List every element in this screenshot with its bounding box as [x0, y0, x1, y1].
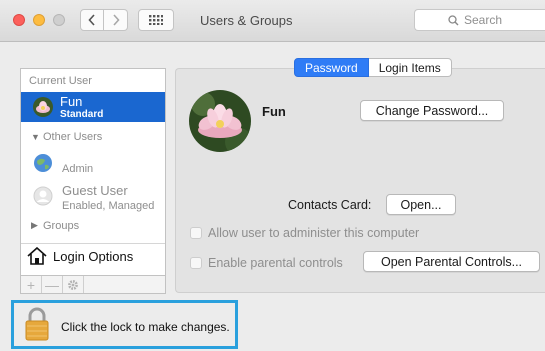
house-icon: [27, 247, 47, 265]
chevron-right-icon: [112, 14, 120, 26]
disclosure-triangle-icon[interactable]: ▼: [31, 132, 40, 142]
sidebar-user-admin[interactable]: Admin: [21, 151, 165, 179]
parental-controls-checkbox[interactable]: [190, 257, 202, 269]
user-avatar: [33, 97, 53, 117]
close-window-button[interactable]: [13, 14, 25, 26]
login-options-item[interactable]: Login Options: [27, 247, 133, 265]
login-options-label: Login Options: [53, 248, 134, 264]
change-password-button[interactable]: Change Password...: [360, 100, 504, 121]
current-user-header: Current User: [29, 75, 92, 87]
other-users-header: Other Users: [43, 131, 103, 143]
show-all-button[interactable]: [138, 9, 174, 31]
groups-disclosure-icon[interactable]: ▶: [31, 220, 38, 231]
gear-icon: [68, 279, 78, 290]
window-title: Users & Groups: [200, 13, 293, 28]
contacts-card-label: Contacts Card:: [288, 198, 372, 212]
lock-icon: [25, 307, 49, 341]
chevron-left-icon: [88, 14, 95, 26]
zoom-window-button[interactable]: [53, 14, 65, 26]
user-picture[interactable]: [189, 90, 251, 152]
sidebar-user-guest[interactable]: Guest User Enabled, Managed: [21, 181, 165, 213]
allow-admin-option[interactable]: Allow user to administer this computer: [190, 226, 419, 240]
tab-login-items[interactable]: Login Items: [368, 58, 452, 77]
sidebar-divider: [21, 243, 165, 244]
admin-user-name: Admin: [62, 163, 94, 175]
guest-avatar-icon: [33, 186, 53, 206]
lock-button[interactable]: [24, 306, 50, 342]
add-user-button[interactable]: +: [21, 276, 42, 293]
guest-user-name: Guest User: [62, 183, 128, 198]
window-toolbar: Users & Groups: [0, 0, 545, 42]
lock-message: Click the lock to make changes.: [61, 320, 230, 334]
current-user-name: Fun: [60, 94, 83, 109]
search-icon: [448, 14, 459, 25]
remove-user-button[interactable]: —: [42, 276, 63, 293]
tab-password[interactable]: Password: [294, 58, 369, 77]
forward-button[interactable]: [104, 9, 128, 31]
globe-avatar-icon: [34, 154, 52, 172]
groups-header: Groups: [43, 220, 80, 232]
minimize-window-button[interactable]: [33, 14, 45, 26]
parental-controls-label: Enable parental controls: [208, 256, 343, 270]
current-user-role: Standard: [60, 109, 104, 120]
user-full-name: Fun: [262, 104, 286, 119]
parental-controls-option[interactable]: Enable parental controls: [190, 256, 343, 270]
tab-control: Password Login Items: [294, 58, 452, 77]
action-menu-button[interactable]: [63, 276, 84, 293]
search-input[interactable]: [464, 13, 512, 27]
users-sidebar: Current User Fun Standard ▼ Other Users …: [20, 68, 166, 293]
grid-icon: [149, 15, 163, 25]
sidebar-toolbar: + —: [20, 275, 166, 294]
guest-user-detail: Enabled, Managed: [62, 200, 155, 212]
sidebar-user-fun[interactable]: Fun Standard: [21, 92, 165, 122]
allow-admin-label: Allow user to administer this computer: [208, 226, 420, 240]
back-button[interactable]: [80, 9, 104, 31]
allow-admin-checkbox[interactable]: [190, 227, 202, 239]
open-parental-controls-button[interactable]: Open Parental Controls...: [363, 251, 540, 272]
search-field[interactable]: [414, 9, 545, 31]
contacts-open-button[interactable]: Open...: [386, 194, 456, 215]
